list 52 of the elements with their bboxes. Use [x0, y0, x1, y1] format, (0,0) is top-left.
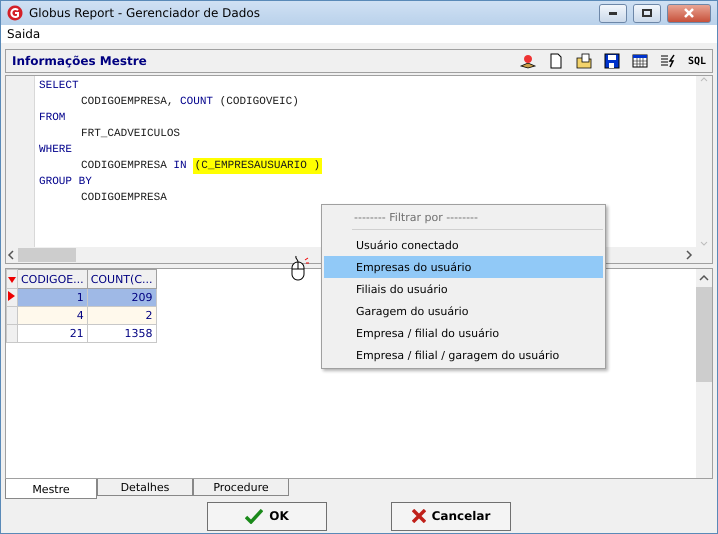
grid-icon[interactable]	[632, 53, 648, 69]
close-icon	[684, 8, 694, 18]
cancel-button[interactable]: Cancelar	[391, 502, 511, 530]
app-logo-icon	[7, 5, 23, 21]
tab[interactable]: Mestre	[5, 479, 97, 499]
table-cell: 4	[18, 306, 88, 324]
tab[interactable]: Procedure	[193, 479, 289, 496]
code-line: FRT_CADVEICULOS	[80, 127, 182, 142]
save-icon[interactable]	[604, 53, 620, 69]
panel-title: Informações Mestre	[12, 54, 148, 68]
new-document-icon[interactable]	[548, 53, 564, 69]
scroll-up-icon[interactable]	[699, 273, 709, 283]
x-mark-icon	[412, 509, 426, 523]
menu-item[interactable]: Empresas do usuário	[324, 256, 603, 278]
window-title: Globus Report - Gerenciador de Dados	[29, 6, 261, 20]
menu-item[interactable]: Empresa / filial do usuário	[324, 322, 603, 344]
code-line: CODIGOEMPRESA, COUNT (CODIGOVEIC)	[80, 95, 300, 110]
table-cell: 2	[87, 306, 156, 324]
checkmark-icon	[245, 508, 264, 524]
menu-item[interactable]: Empresa / filial / garagem do usuário	[324, 344, 603, 366]
table-cell: 21	[18, 324, 88, 342]
maximize-button[interactable]	[633, 4, 661, 22]
sort-down-icon	[7, 276, 17, 282]
run-script-icon[interactable]	[660, 53, 676, 69]
close-button[interactable]	[667, 4, 711, 22]
code-line: CODIGOEMPRESA IN (C_EMPRESAUSUARIO )	[80, 158, 324, 174]
table-cell: 1358	[87, 324, 156, 342]
menu-item[interactable]: Garagem do usuário	[324, 300, 603, 322]
column-header[interactable]: CODIGOE...	[18, 270, 88, 288]
menu-heading: -------- Filtrar por --------	[352, 207, 603, 230]
tab[interactable]: Detalhes	[97, 479, 193, 496]
sql-button[interactable]: SQL	[688, 56, 706, 66]
code-line: WHERE	[39, 143, 74, 158]
scroll-left-icon[interactable]	[6, 250, 16, 260]
menu-item[interactable]: Usuário conectado	[324, 234, 603, 256]
code-line: CODIGOEMPRESA	[80, 191, 168, 206]
column-header[interactable]: COUNT(C...	[87, 270, 156, 288]
maximize-icon	[642, 9, 652, 17]
table-cell: 1	[18, 288, 88, 306]
ok-button[interactable]: OK	[207, 502, 327, 530]
code-line: GROUP BY	[39, 175, 93, 190]
menu-item[interactable]: Filiais do usuário	[324, 278, 603, 300]
table-cell: 209	[87, 288, 156, 306]
scrollbar-thumb[interactable]	[696, 287, 712, 382]
minimize-button[interactable]	[599, 4, 627, 22]
open-folder-icon[interactable]	[576, 53, 592, 69]
code-line: FROM	[39, 111, 66, 126]
scroll-right-icon[interactable]	[684, 250, 694, 260]
scrollbar-thumb[interactable]	[18, 248, 76, 262]
minimize-icon	[609, 12, 617, 14]
menu-item[interactable]: Saida	[7, 27, 40, 41]
code-line: SELECT	[39, 79, 80, 94]
